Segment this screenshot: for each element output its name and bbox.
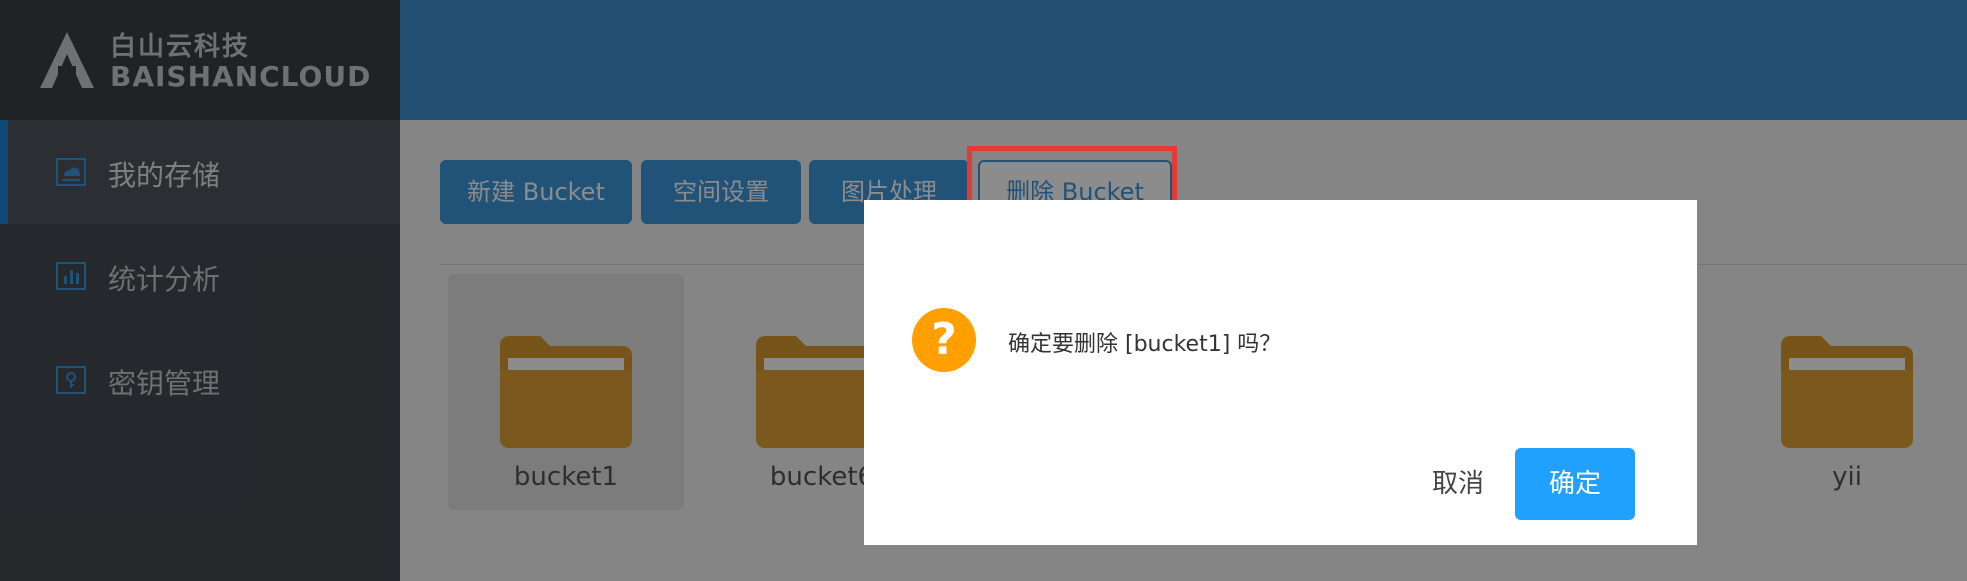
- question-icon: ?: [912, 308, 976, 372]
- dialog-message: 确定要删除 [bucket1] 吗？: [1008, 332, 1282, 357]
- confirm-dialog: ? 确定要删除 [bucket1] 吗？ 取消 确定: [864, 200, 1697, 545]
- confirm-button[interactable]: 确定: [1515, 448, 1635, 520]
- cancel-button[interactable]: 取消: [1398, 448, 1518, 520]
